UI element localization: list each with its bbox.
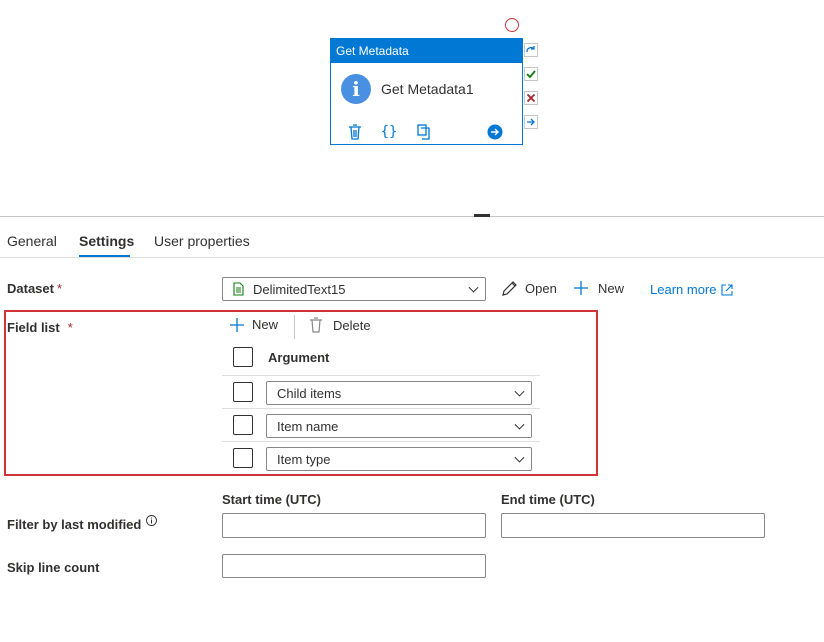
status-circle-icon [505,18,519,32]
row-checkbox-3[interactable] [233,448,253,468]
field-list-label: Field list * [7,320,73,335]
activity-node[interactable]: Get Metadata i Get Metadata1 {} [330,38,523,145]
tabs-divider [0,257,824,258]
skip-line-count-input[interactable] [222,554,486,578]
argument-value: Item name [277,418,339,434]
filter-label: Filter by last modified [7,515,158,532]
skip-line-count-label: Skip line count [7,560,100,575]
copy-icon [417,124,430,140]
delete-activity-button[interactable] [346,123,364,141]
redo-arrow-icon [526,46,535,53]
row-divider [222,408,540,409]
check-icon [526,70,536,79]
external-link-icon [721,283,734,296]
code-button[interactable]: {} [380,123,398,141]
end-time-input[interactable] [501,513,765,538]
dataset-label: Dataset * [7,281,63,296]
delete-field-button[interactable]: Delete [309,317,371,333]
trash-icon [310,317,322,333]
completion-connector[interactable] [524,115,538,129]
row-checkbox-1[interactable] [233,382,253,402]
argument-column-header: Argument [268,350,330,365]
add-field-button[interactable]: New [230,317,278,332]
braces-icon: {} [380,124,398,140]
start-time-label: Start time (UTC) [222,492,321,507]
dataset-dropdown[interactable]: DelimitedText15 [222,277,486,301]
activity-name: Get Metadata1 [381,81,474,97]
plus-icon [230,317,244,332]
success-connector[interactable] [524,67,538,81]
chevron-down-icon [468,282,479,293]
arrow-right-icon [527,118,535,126]
chevron-down-icon [514,419,525,430]
plus-icon [574,281,588,295]
chevron-down-icon [514,452,525,463]
select-all-checkbox[interactable] [233,347,253,367]
chevron-down-icon [514,386,525,397]
dataset-file-icon [233,282,244,296]
new-dataset-button[interactable]: New [573,280,624,296]
end-time-label: End time (UTC) [501,492,595,507]
info-icon: i [341,74,371,104]
argument-value: Item type [277,451,331,467]
argument-dropdown-1[interactable]: Child items [266,381,532,405]
tab-general[interactable]: General [7,233,57,249]
row-checkbox-2[interactable] [233,415,253,435]
open-dataset-button[interactable]: Open [501,280,557,297]
x-icon [526,93,536,103]
pencil-icon [502,281,517,296]
start-time-input[interactable] [222,513,486,538]
failure-connector[interactable] [524,91,538,105]
trash-icon [349,124,361,140]
row-divider [222,375,540,376]
panel-resize-handle[interactable] [474,214,490,217]
argument-dropdown-2[interactable]: Item name [266,414,532,438]
go-to-button[interactable] [486,123,504,141]
panel-divider [0,216,824,217]
skip-connector[interactable] [524,43,538,57]
argument-value: Child items [277,385,342,401]
toolbar-separator [294,315,295,339]
tab-settings[interactable]: Settings [79,233,134,249]
row-divider [222,441,540,442]
activity-header: Get Metadata [331,39,522,63]
argument-dropdown-3[interactable]: Item type [266,447,532,471]
dataset-value: DelimitedText15 [253,281,346,297]
clone-button[interactable] [415,123,433,141]
learn-more-link[interactable]: Learn more [650,282,734,297]
tab-user-properties[interactable]: User properties [154,233,250,249]
info-circle-icon[interactable] [146,515,158,526]
arrow-circle-icon [487,124,503,140]
